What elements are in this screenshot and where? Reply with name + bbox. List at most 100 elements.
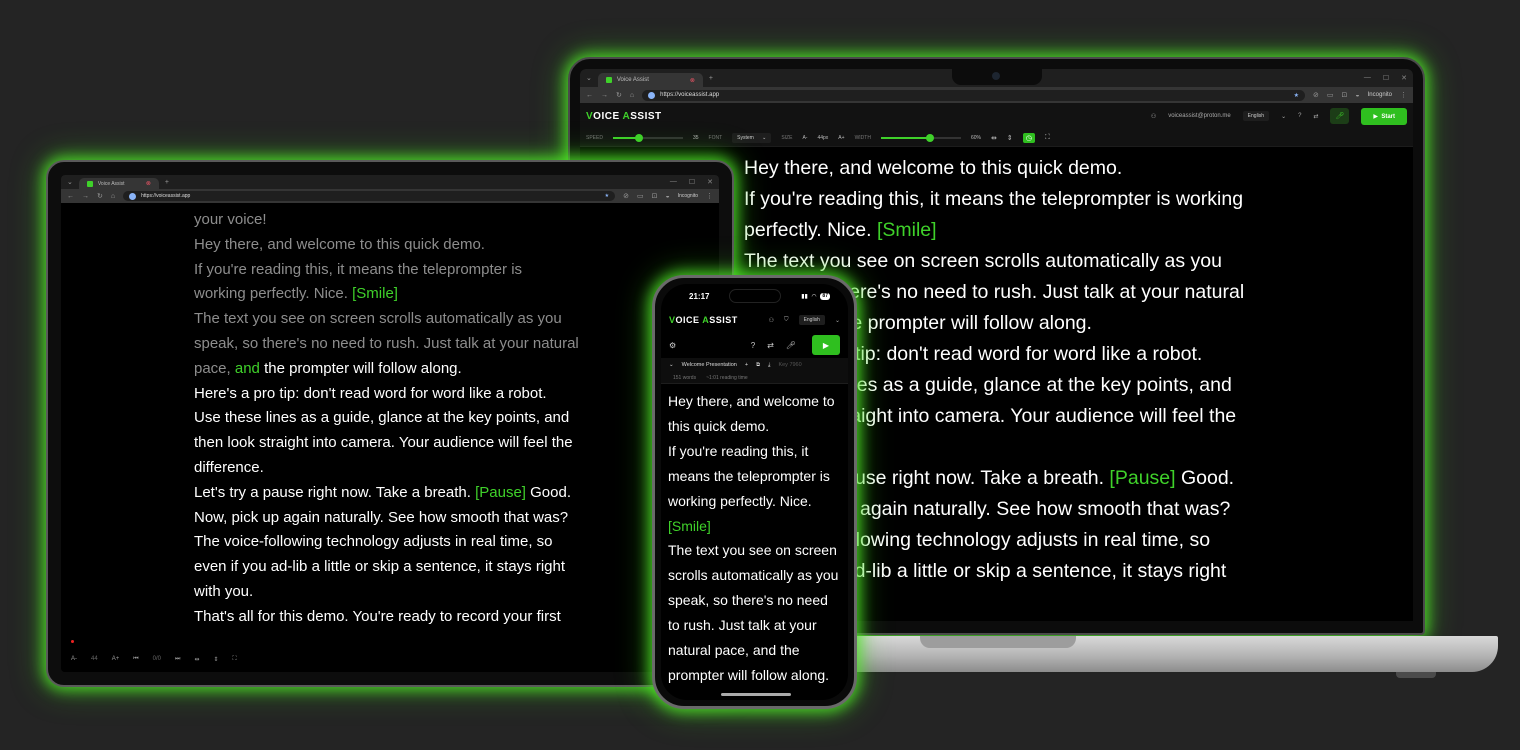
script-line: [Smile]: [668, 514, 848, 539]
fullscreen-icon[interactable]: ⛶: [232, 656, 236, 663]
script-text: Now, pick up again naturally. See how sm…: [194, 508, 569, 526]
script-text: speak, so there's no need to rush. Just …: [194, 334, 579, 352]
word-count: 151 words: [673, 374, 697, 381]
extension-icon[interactable]: ⊡: [652, 192, 658, 200]
minimize-icon[interactable]: —: [670, 178, 677, 186]
speed-slider[interactable]: [612, 133, 683, 142]
reload-icon[interactable]: ↻: [616, 91, 622, 99]
size-decrease-button[interactable]: A-: [71, 656, 77, 662]
link-icon[interactable]: ⊘: [623, 192, 629, 200]
close-icon[interactable]: ✕: [707, 178, 713, 186]
cue-tag: [Smile]: [876, 219, 937, 241]
size-decrease-button[interactable]: A-: [802, 135, 807, 141]
maximize-icon[interactable]: ☐: [1383, 74, 1389, 82]
close-icon[interactable]: ✕: [1401, 74, 1407, 82]
script-line: natural pace, and the: [668, 638, 848, 663]
language-select[interactable]: English: [798, 315, 825, 325]
app-header: VOICE ASSIST ⚇ voiceassist@proton.me Eng…: [580, 103, 1413, 129]
skip-back-icon[interactable]: ⏮: [133, 656, 138, 663]
script-text: then look straight into camera. Your aud…: [194, 434, 573, 452]
sync-icon[interactable]: ⇄: [767, 341, 774, 350]
extension-icon[interactable]: ⊡: [1342, 91, 1348, 99]
size-value: 44: [91, 656, 98, 662]
forward-icon[interactable]: →: [601, 92, 608, 99]
cue-tag: [Pause]: [475, 483, 526, 501]
home-icon[interactable]: ⌂: [111, 193, 115, 200]
skip-forward-icon[interactable]: ⏭: [175, 656, 180, 663]
copy-icon[interactable]: ⧉: [756, 362, 760, 369]
mirror-horizontal-icon[interactable]: ⇹: [194, 656, 199, 663]
mirror-vertical-icon[interactable]: ⇕: [213, 656, 218, 663]
new-tab-icon[interactable]: +: [165, 179, 169, 186]
browser-tab[interactable]: Voice Assist ⊗: [597, 73, 703, 87]
play-button[interactable]: ▶: [812, 335, 840, 355]
fullscreen-icon[interactable]: ⛶: [1045, 134, 1050, 142]
voice-follow-toggle-icon[interactable]: ◷: [1022, 132, 1035, 143]
shield-icon[interactable]: ⛉: [784, 317, 789, 324]
user-icon[interactable]: ⚇: [769, 317, 774, 324]
font-select[interactable]: System ⌄: [732, 132, 772, 143]
script-text: to rush. Just talk at your: [668, 617, 817, 634]
chevron-down-icon[interactable]: ⌄: [1281, 113, 1286, 120]
download-icon[interactable]: ⤓: [768, 362, 770, 369]
sync-icon[interactable]: ⇄: [1313, 113, 1318, 120]
url-field[interactable]: https://voiceassist.app ★: [642, 89, 1306, 101]
chevron-down-icon[interactable]: ⌄: [835, 317, 840, 324]
tablet-bottom-controls: A- 44 A+ ⏮ 0/0 ⏭ ⇹ ⇕ ⛶: [61, 640, 719, 672]
size-increase-button[interactable]: A+: [112, 656, 120, 662]
mic-icon[interactable]: 🎤︎: [786, 341, 796, 350]
new-tab-icon[interactable]: +: [709, 75, 713, 82]
browser-tab[interactable]: Voice Assist ⊗: [78, 178, 159, 189]
tab-title: Voice Assist: [97, 180, 125, 187]
forward-icon[interactable]: →: [82, 193, 89, 200]
tab-list-icon[interactable]: ⌄: [586, 74, 592, 82]
cast-icon[interactable]: ▭: [637, 192, 644, 200]
home-indicator[interactable]: [721, 693, 791, 696]
cast-icon[interactable]: ▭: [1327, 91, 1334, 99]
menu-dots-icon[interactable]: ⋮: [706, 192, 713, 200]
site-info-icon[interactable]: [129, 192, 137, 200]
help-icon[interactable]: ?: [751, 341, 755, 350]
language-select[interactable]: English: [1242, 111, 1270, 121]
width-value: 60%: [970, 134, 981, 141]
document-title[interactable]: Welcome Presentation: [682, 362, 737, 368]
add-icon[interactable]: +: [745, 362, 748, 368]
font-label: FONT: [708, 134, 723, 141]
script-text: Good.: [525, 483, 571, 501]
reload-icon[interactable]: ↻: [97, 192, 103, 200]
phone-status-bar: 21:17 ▮▮ ◠ 87: [661, 284, 848, 308]
script-text: If you're reading this, it: [668, 442, 809, 459]
script-line: Use these lines as a guide, glance at th…: [194, 406, 719, 431]
chevron-down-icon[interactable]: ⌄: [669, 362, 674, 368]
phone-device: 21:17 ▮▮ ◠ 87 VOICE ASSIST ⚇ ⛉ English ⌄…: [652, 275, 857, 709]
width-slider[interactable]: [880, 133, 961, 142]
phone-screen: 21:17 ▮▮ ◠ 87 VOICE ASSIST ⚇ ⛉ English ⌄…: [661, 284, 848, 700]
script-line: The text you see on screen: [668, 538, 848, 563]
home-icon[interactable]: ⌂: [630, 92, 634, 99]
tab-close-icon[interactable]: ⊗: [146, 180, 151, 187]
script-line: prompter will follow along.: [668, 663, 848, 688]
tab-list-icon[interactable]: ⌄: [67, 178, 73, 186]
bookmark-star-icon[interactable]: ★: [605, 193, 609, 199]
settings-gear-icon[interactable]: ⚙: [669, 341, 676, 350]
maximize-icon[interactable]: ☐: [689, 178, 695, 186]
recording-dot-icon: [71, 640, 74, 643]
size-increase-button[interactable]: A+: [838, 135, 844, 141]
site-info-icon[interactable]: [648, 91, 656, 99]
menu-dots-icon[interactable]: ⋮: [1400, 91, 1407, 99]
start-button[interactable]: ▶ Start: [1361, 107, 1407, 125]
back-icon[interactable]: ←: [67, 193, 74, 200]
help-icon[interactable]: ?: [1298, 113, 1301, 119]
mirror-horizontal-icon[interactable]: ⇹: [991, 134, 997, 142]
tab-close-icon[interactable]: ⊗: [690, 77, 695, 84]
back-icon[interactable]: ←: [586, 92, 593, 99]
mic-button[interactable]: 🎤︎: [1330, 108, 1350, 124]
bookmark-star-icon[interactable]: ★: [1294, 92, 1299, 99]
link-icon[interactable]: ⊘: [1313, 91, 1319, 99]
url-field[interactable]: https://voiceassist.app ★: [123, 191, 616, 201]
script-text: natural pace, and the: [668, 642, 800, 659]
mirror-vertical-icon[interactable]: ⇕: [1007, 134, 1013, 142]
script-text: perfectly. Nice.: [744, 219, 877, 241]
script-text: difference.: [194, 458, 264, 476]
minimize-icon[interactable]: —: [1364, 74, 1371, 82]
